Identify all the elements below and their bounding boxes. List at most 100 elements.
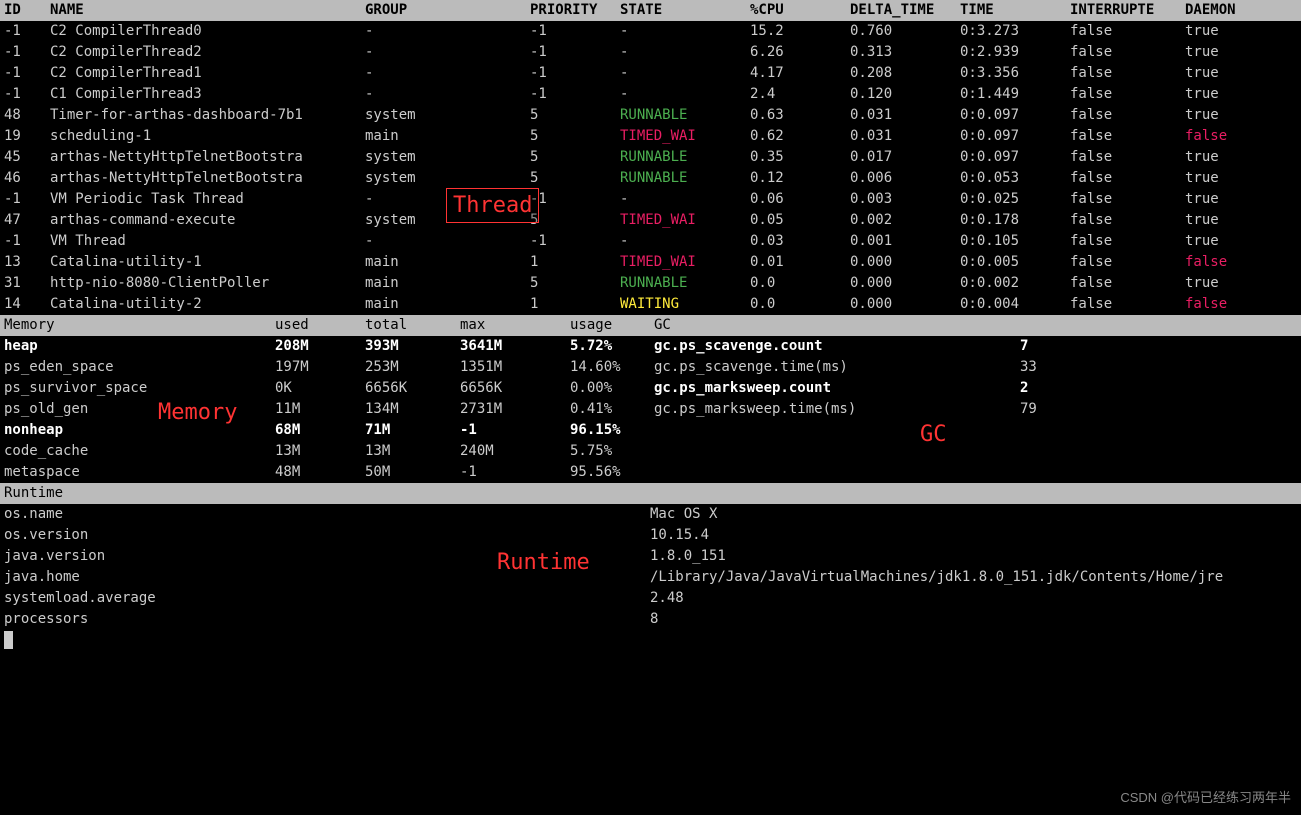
watermark: CSDN @代码已经练习两年半 <box>1120 788 1291 808</box>
thread-time: 0:0.053 <box>960 168 1070 189</box>
thread-daemon: false <box>1185 252 1295 273</box>
memory-row: ps_old_gen11M134M2731M0.41% <box>0 399 650 420</box>
thread-state: TIMED_WAI <box>620 210 750 231</box>
thread-id: 31 <box>0 273 50 294</box>
col-header-state: STATE <box>620 0 750 21</box>
thread-cpu: 15.2 <box>750 21 850 42</box>
thread-time: 0:2.939 <box>960 42 1070 63</box>
thread-interrupted: false <box>1070 21 1185 42</box>
memory-used: 208M <box>275 336 365 357</box>
thread-delta: 0.760 <box>850 21 960 42</box>
runtime-key: os.version <box>0 525 650 546</box>
gc-value: 33 <box>1020 357 1220 378</box>
thread-priority: 5 <box>530 168 620 189</box>
thread-daemon: true <box>1185 147 1295 168</box>
thread-time: 0:0.097 <box>960 126 1070 147</box>
runtime-value: 2.48 <box>650 588 1301 609</box>
thread-daemon: false <box>1185 294 1295 315</box>
thread-interrupted: false <box>1070 189 1185 210</box>
thread-table-body: -1C2 CompilerThread0--1-15.20.7600:3.273… <box>0 21 1301 315</box>
runtime-row: os.version10.15.4 <box>0 525 1301 546</box>
memory-row: metaspace48M50M-195.56% <box>0 462 650 483</box>
thread-priority: -1 <box>530 63 620 84</box>
gc-value: 2 <box>1020 378 1220 399</box>
col-header-cpu: %CPU <box>750 0 850 21</box>
thread-group: main <box>365 273 530 294</box>
thread-delta: 0.000 <box>850 252 960 273</box>
memory-max: 1351M <box>460 357 570 378</box>
thread-time: 0:0.025 <box>960 189 1070 210</box>
thread-id: 19 <box>0 126 50 147</box>
thread-delta: 0.031 <box>850 126 960 147</box>
thread-name: VM Periodic Task Thread <box>50 189 365 210</box>
col-header-interrupt: INTERRUPTE <box>1070 0 1185 21</box>
runtime-row: processors8 <box>0 609 1301 630</box>
thread-daemon: true <box>1185 273 1295 294</box>
thread-cpu: 4.17 <box>750 63 850 84</box>
memory-row: code_cache13M13M240M5.75% <box>0 441 650 462</box>
thread-group: - <box>365 42 530 63</box>
thread-id: -1 <box>0 231 50 252</box>
thread-daemon: true <box>1185 42 1295 63</box>
memory-col-used: used <box>275 315 365 336</box>
thread-row: -1C2 CompilerThread2--1-6.260.3130:2.939… <box>0 42 1301 63</box>
thread-interrupted: false <box>1070 210 1185 231</box>
thread-daemon: true <box>1185 168 1295 189</box>
thread-cpu: 0.01 <box>750 252 850 273</box>
thread-id: 45 <box>0 147 50 168</box>
thread-name: Timer-for-arthas-dashboard-7b1 <box>50 105 365 126</box>
thread-state: RUNNABLE <box>620 147 750 168</box>
thread-state: TIMED_WAI <box>620 126 750 147</box>
thread-id: -1 <box>0 84 50 105</box>
memory-total: 6656K <box>365 378 460 399</box>
thread-delta: 0.002 <box>850 210 960 231</box>
thread-time: 0:0.178 <box>960 210 1070 231</box>
thread-delta: 0.006 <box>850 168 960 189</box>
thread-interrupted: false <box>1070 273 1185 294</box>
thread-group: - <box>365 21 530 42</box>
gc-row: gc.ps_marksweep.count2 <box>650 378 1301 399</box>
memory-col-usage: usage <box>570 315 650 336</box>
memory-used: 13M <box>275 441 365 462</box>
thread-id: -1 <box>0 63 50 84</box>
memory-max: 2731M <box>460 399 570 420</box>
thread-priority: 1 <box>530 294 620 315</box>
thread-row: -1C1 CompilerThread3--1-2.40.1200:1.449f… <box>0 84 1301 105</box>
thread-delta: 0.120 <box>850 84 960 105</box>
thread-name: http-nio-8080-ClientPoller <box>50 273 365 294</box>
memory-used: 197M <box>275 357 365 378</box>
thread-group: system <box>365 147 530 168</box>
thread-delta: 0.001 <box>850 231 960 252</box>
cursor-line <box>0 630 1301 651</box>
col-header-delta: DELTA_TIME <box>850 0 960 21</box>
runtime-header: Runtime <box>0 483 1301 504</box>
thread-priority: 5 <box>530 126 620 147</box>
thread-interrupted: false <box>1070 105 1185 126</box>
thread-row: -1C2 CompilerThread1--1-4.170.2080:3.356… <box>0 63 1301 84</box>
thread-row: 13Catalina-utility-1main1TIMED_WAI0.010.… <box>0 252 1301 273</box>
thread-row: -1C2 CompilerThread0--1-15.20.7600:3.273… <box>0 21 1301 42</box>
memory-col-max: max <box>460 315 570 336</box>
memory-gc-header: Memory used total max usage GC <box>0 315 1301 336</box>
thread-group: main <box>365 126 530 147</box>
annotation-memory: Memory <box>158 396 237 429</box>
thread-name: C2 CompilerThread2 <box>50 42 365 63</box>
thread-interrupted: false <box>1070 84 1185 105</box>
thread-time: 0:0.004 <box>960 294 1070 315</box>
gc-row: gc.ps_marksweep.time(ms)79 <box>650 399 1301 420</box>
thread-row: 14Catalina-utility-2main1WAITING0.00.000… <box>0 294 1301 315</box>
thread-interrupted: false <box>1070 42 1185 63</box>
memory-max: 6656K <box>460 378 570 399</box>
annotation-thread: Thread <box>446 188 539 223</box>
thread-group: system <box>365 105 530 126</box>
runtime-key: os.name <box>0 504 650 525</box>
thread-priority: 5 <box>530 210 620 231</box>
thread-row: 47arthas-command-executesystem5TIMED_WAI… <box>0 210 1301 231</box>
thread-cpu: 0.0 <box>750 273 850 294</box>
gc-row: gc.ps_scavenge.count7 <box>650 336 1301 357</box>
col-header-time: TIME <box>960 0 1070 21</box>
thread-cpu: 0.05 <box>750 210 850 231</box>
gc-value: 7 <box>1020 336 1220 357</box>
runtime-row: java.version1.8.0_151 <box>0 546 1301 567</box>
memory-max: 3641M <box>460 336 570 357</box>
